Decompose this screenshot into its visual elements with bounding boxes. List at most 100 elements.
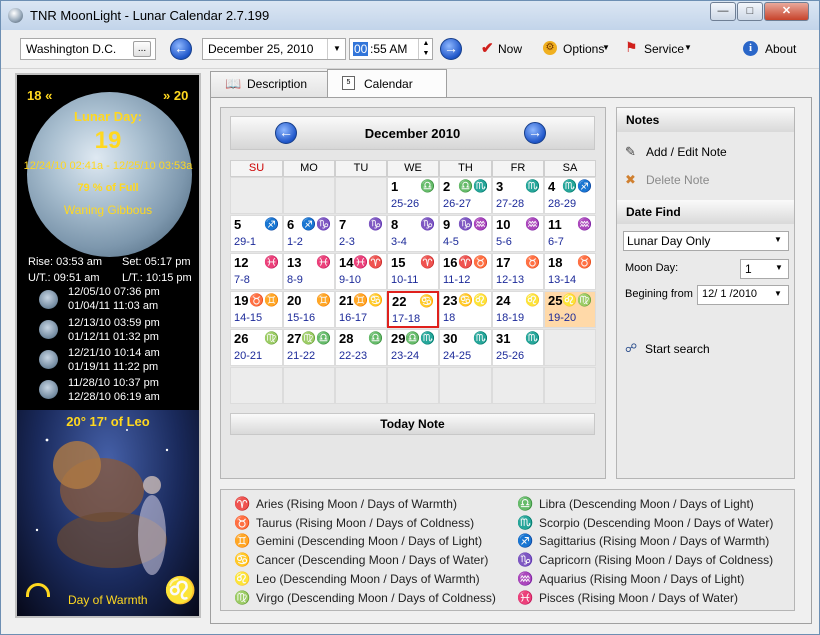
day-cell[interactable]: 7 ♑ 2-3 — [335, 215, 387, 252]
day-cell[interactable]: 12 ♓ 7-8 — [230, 253, 283, 290]
delete-note-icon: ✖ — [625, 172, 636, 187]
empty-day-cell[interactable] — [544, 329, 596, 366]
day-cell[interactable]: 5 ♐ 29-1 — [230, 215, 283, 252]
empty-day-cell[interactable] — [492, 367, 544, 404]
day-cell[interactable]: 19 ♉♊ 14-15 — [230, 291, 283, 328]
info-icon: i — [743, 41, 758, 56]
service-menu-button[interactable]: ⚑ Service ▼ — [623, 38, 697, 60]
next-month-button[interactable]: → — [524, 122, 546, 144]
lunar-days: 7-8 — [234, 274, 250, 286]
start-search-button[interactable]: ☍ Start search — [625, 341, 735, 359]
empty-day-cell[interactable] — [283, 367, 335, 404]
delete-note-button[interactable]: ✖ Delete Note — [625, 172, 785, 190]
phase-date: 12/21/10 10:14 am — [68, 347, 160, 359]
zodiac-sign-icon: ♑ — [368, 217, 383, 231]
empty-day-cell[interactable] — [335, 367, 387, 404]
legend-text: Leo (Descending Moon / Days of Warmth) — [256, 571, 480, 586]
day-cell[interactable]: 4 ♏♐ 28-29 — [544, 177, 596, 214]
empty-day-cell[interactable] — [387, 367, 439, 404]
empty-day-cell[interactable] — [230, 367, 283, 404]
day-cell[interactable]: 8 ♑ 3-4 — [387, 215, 439, 252]
day-cell[interactable]: 1 ♎ 25-26 — [387, 177, 439, 214]
lunar-days: 5-6 — [496, 236, 512, 248]
empty-day-cell[interactable] — [544, 367, 596, 404]
prev-day-button[interactable]: ← — [170, 38, 192, 60]
begin-date-picker[interactable]: 12/ 1 /2010 ▼ — [697, 285, 789, 305]
lunar-days: 11-12 — [443, 274, 471, 286]
edit-note-icon: ✎ — [625, 144, 636, 159]
tab-calendar[interactable]: 5 Calendar — [327, 69, 447, 97]
day-cell[interactable]: 28 ♎ 22-23 — [335, 329, 387, 366]
zodiac-sign-icon: ♎ — [420, 179, 435, 193]
zodiac-sign-icon: ♐♑ — [301, 217, 331, 231]
zodiac-sign-icon: ♒ — [525, 217, 540, 231]
time-hour: 00 — [353, 42, 369, 56]
day-cell[interactable]: 3 ♏ 27-28 — [492, 177, 544, 214]
about-button[interactable]: i About — [743, 38, 803, 60]
empty-day-cell[interactable] — [439, 367, 492, 404]
lunar-days: 18-19 — [496, 312, 525, 324]
moon-info-panel: 18 « » 20 Lunar Day: 19 12/24/10 02:41a … — [15, 73, 201, 618]
day-cell[interactable]: 23 ♋♌ 18 — [439, 291, 492, 328]
minimize-button[interactable]: — — [710, 2, 736, 21]
day-cell[interactable]: 30 ♏ 24-25 — [439, 329, 492, 366]
prev-lunar-day-link[interactable]: 18 « — [27, 88, 52, 103]
day-cell[interactable]: 9 ♑♒ 4-5 — [439, 215, 492, 252]
day-cell[interactable]: 25 ♌♍ 19-20 — [544, 291, 596, 328]
empty-day-cell[interactable] — [283, 177, 335, 214]
date-picker[interactable]: December 25, 2010 ▼ — [202, 38, 346, 60]
chevron-down-icon: ▼ — [775, 263, 783, 272]
tab-description-label: Description — [247, 77, 308, 91]
lunar-days: 15-16 — [287, 312, 316, 324]
day-cell[interactable]: 11 ♒ 6-7 — [544, 215, 596, 252]
moon-day-select[interactable]: 1 ▼ — [740, 259, 789, 279]
day-cell[interactable]: 10 ♒ 5-6 — [492, 215, 544, 252]
maximize-button[interactable]: □ — [737, 2, 763, 21]
close-button[interactable]: ✕ — [764, 2, 809, 21]
service-label: Service — [644, 42, 685, 56]
time-field[interactable]: 00 :55 AM ▲ ▼ — [349, 38, 433, 60]
day-number: 27 — [287, 331, 302, 346]
find-mode-select[interactable]: Lunar Day Only ▼ — [623, 231, 789, 251]
full-moon-icon — [39, 350, 58, 369]
day-cell[interactable]: 14 ♓♈ 9-10 — [335, 253, 387, 290]
lunar-days: 29-1 — [234, 236, 257, 248]
day-number: 17 — [496, 255, 511, 270]
day-number: 20 — [287, 293, 302, 308]
lunar-day-range: 12/24/10 02:41a - 12/25/10 03:53a — [23, 160, 193, 172]
day-cell[interactable]: 13 ♓ 8-9 — [283, 253, 335, 290]
day-cell[interactable]: 15 ♈ 10-11 — [387, 253, 439, 290]
day-cell[interactable]: 29 ♎♏ 23-24 — [387, 329, 439, 366]
calendar-dropdown-icon[interactable]: ▼ — [327, 39, 346, 59]
empty-day-cell[interactable] — [335, 177, 387, 214]
next-day-button[interactable]: → — [440, 38, 462, 60]
next-lunar-day-link[interactable]: » 20 — [163, 88, 188, 103]
day-cell[interactable]: 2 ♎♏ 26-27 — [439, 177, 492, 214]
now-button[interactable]: ✔ Now — [478, 38, 524, 60]
day-cell[interactable]: 22 ♋ 17-18 — [387, 291, 439, 328]
tab-description[interactable]: 📖 Description — [210, 71, 328, 97]
day-cell[interactable]: 31 ♏ 25-26 — [492, 329, 544, 366]
day-of-label: Day of Warmth — [68, 593, 148, 607]
add-edit-note-button[interactable]: ✎ Add / Edit Note — [625, 144, 785, 162]
day-cell[interactable]: 21 ♊♋ 16-17 — [335, 291, 387, 328]
legend-text: Pisces (Rising Moon / Days of Water) — [539, 590, 738, 605]
day-number: 24 — [496, 293, 511, 308]
day-cell[interactable]: 26 ♍ 20-21 — [230, 329, 283, 366]
empty-day-cell[interactable] — [230, 177, 283, 214]
zodiac-glyph-icon: ♈ — [234, 496, 251, 511]
time-down-icon[interactable]: ▼ — [418, 49, 433, 59]
day-number: 28 — [339, 331, 354, 346]
time-up-icon[interactable]: ▲ — [418, 39, 433, 49]
day-cell[interactable]: 24 ♌ 18-19 — [492, 291, 544, 328]
day-cell[interactable]: 17 ♉ 12-13 — [492, 253, 544, 290]
day-cell[interactable]: 27 ♍♎ 21-22 — [283, 329, 335, 366]
options-menu-button[interactable]: ⚙ Options ▼ — [541, 38, 615, 60]
lunar-days: 1-2 — [287, 236, 303, 248]
day-cell[interactable]: 18 ♉ 13-14 — [544, 253, 596, 290]
day-cell[interactable]: 20 ♊ 15-16 — [283, 291, 335, 328]
start-search-label: Start search — [645, 342, 710, 356]
day-cell[interactable]: 16 ♈♉ 11-12 — [439, 253, 492, 290]
location-browse-button[interactable]: ... — [133, 41, 151, 57]
day-cell[interactable]: 6 ♐♑ 1-2 — [283, 215, 335, 252]
